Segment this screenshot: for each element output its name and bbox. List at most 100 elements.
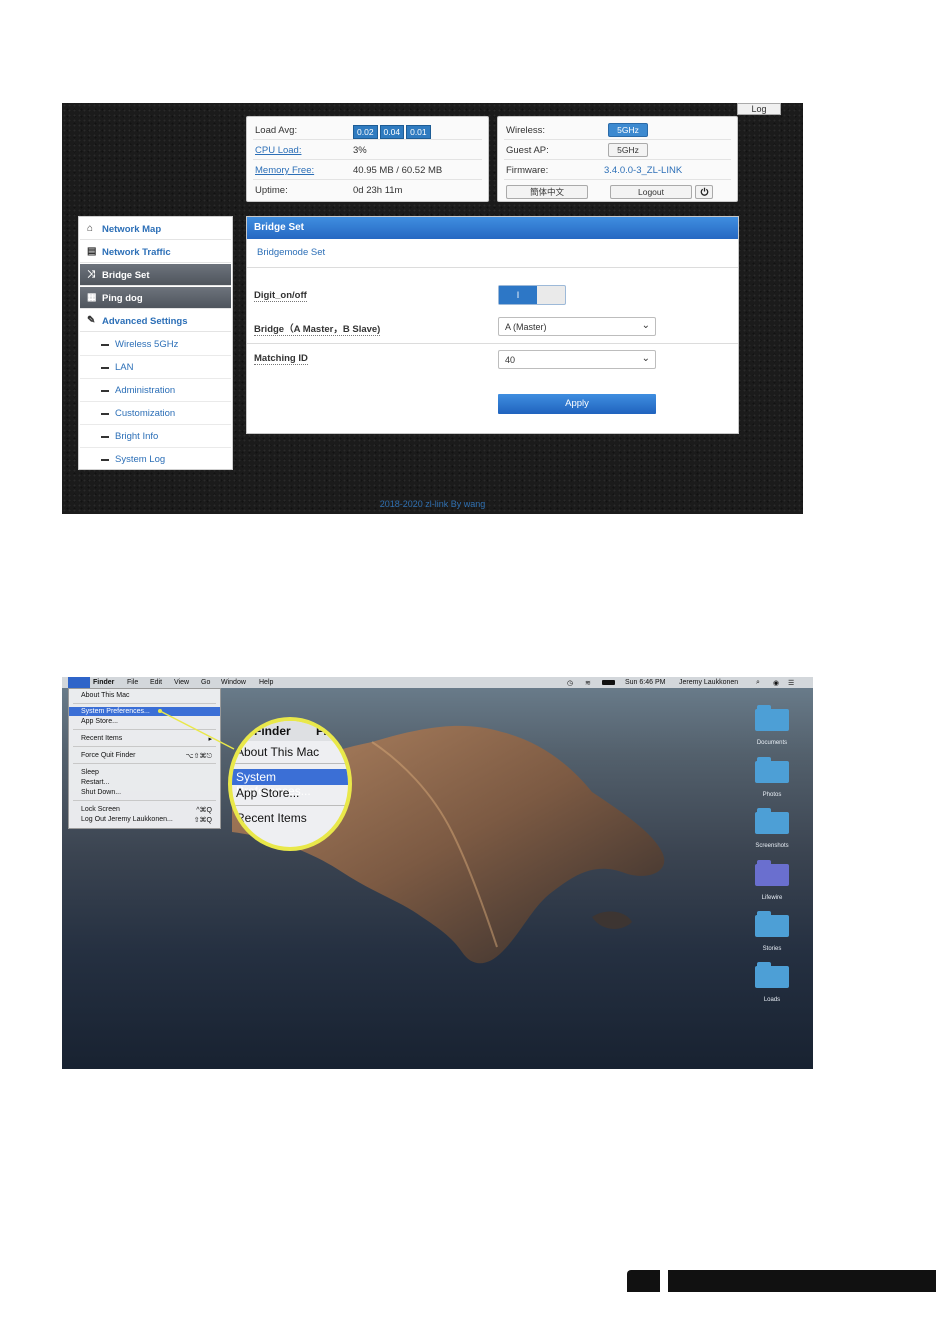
matching-id-label: Matching ID: [254, 353, 308, 365]
folder-label: Screenshots: [755, 843, 789, 849]
sidebar-item-label: Advanced Settings: [102, 316, 188, 327]
cpu-load-row: CPU Load: 3%: [253, 140, 482, 160]
sidebar-item-label: Bridge Set: [102, 270, 150, 281]
sidebar-item-network-traffic[interactable]: ▤ Network Traffic: [80, 241, 231, 263]
load-avg-15: 0.01: [406, 125, 431, 139]
log-button[interactable]: Log: [737, 103, 781, 115]
sidebar-sub-label: Customization: [115, 408, 176, 419]
load-avg-1: 0.02: [353, 125, 378, 139]
folder-body: [755, 709, 789, 731]
guest-ap-5ghz-button[interactable]: 5GHz: [608, 143, 648, 157]
router-admin-screenshot: Log Load Avg: 0.02 0.04 0.01 CPU Load: 3% …: [62, 103, 803, 514]
dash-icon: [101, 413, 109, 415]
folder-icon[interactable]: [755, 705, 789, 731]
dash-icon: [101, 390, 109, 392]
sidebar-item-advanced-settings[interactable]: ✎ Advanced Settings: [80, 310, 231, 332]
sidebar-sub-lan[interactable]: LAN: [80, 356, 231, 379]
macos-desktop-screenshot: Finder File Edit View Go Window Help ◷ ≋…: [62, 677, 813, 1069]
wireless-panel: Wireless: 5GHz Guest AP: 5GHz Firmware: …: [497, 116, 738, 202]
apply-button[interactable]: Apply: [498, 394, 656, 414]
wireless-5ghz-button[interactable]: 5GHz: [608, 123, 648, 137]
sidebar-sub-label: Administration: [115, 385, 176, 396]
cpu-load-value: 3%: [353, 145, 367, 156]
sidebar-sub-administration[interactable]: Administration: [80, 379, 231, 402]
mag-recent-items-label: Recent Items: [236, 811, 307, 825]
folder-body: [755, 812, 789, 834]
folder-body: [755, 915, 789, 937]
digit-toggle[interactable]: I: [498, 285, 566, 305]
panel-title: Bridge Set: [247, 217, 738, 239]
mag-system-preferences: System Preferences...: [232, 769, 348, 798]
dash-icon: [101, 459, 109, 461]
wireless-label: Wireless:: [506, 125, 546, 136]
cpu-load-link[interactable]: CPU Load:: [255, 145, 301, 156]
callout-line: [158, 709, 235, 750]
dash-icon: [101, 367, 109, 369]
sidebar-item-bridge-set[interactable]: ⤨ Bridge Set: [80, 264, 231, 286]
wrench-icon: ✎: [87, 315, 96, 326]
dash-icon: [101, 436, 109, 438]
side-menu: ⌂ Network Map ▤ Network Traffic ⤨ Bridge…: [78, 216, 233, 470]
logout-button[interactable]: Logout: [610, 185, 692, 199]
memory-free-row: Memory Free: 40.95 MB / 60.52 MB: [253, 160, 482, 180]
folder-body: [755, 864, 789, 886]
mag-finder-label: Finder: [254, 724, 291, 738]
magnifier-callout: Finder Fi About This Mac System Preferen…: [228, 717, 352, 851]
chevron-down-icon: ⌄: [641, 353, 650, 364]
toggle-on-indicator: I: [499, 286, 537, 304]
firmware-value: 3.4.0.0-3_ZL-LINK: [604, 165, 683, 176]
memory-free-link[interactable]: Memory Free:: [255, 165, 314, 176]
sidebar-item-network-map[interactable]: ⌂ Network Map: [80, 218, 231, 240]
sidebar-sub-label: Wireless 5GHz: [115, 339, 179, 350]
mag-app-store-label: App Store...: [236, 786, 300, 800]
sidebar-sub-customization[interactable]: Customization: [80, 402, 231, 425]
digit-onoff-label: Digit_on/off: [254, 290, 307, 302]
uptime-label: Uptime:: [255, 185, 288, 196]
mag-menubar: Finder Fi: [232, 721, 348, 741]
folder-label: Lifewire: [761, 895, 783, 901]
load-avg-5: 0.04: [379, 125, 405, 139]
power-button[interactable]: [695, 185, 713, 199]
bridgemode-set-link[interactable]: Bridgemode Set: [257, 247, 325, 258]
sidebar-sub-label: Bright Info: [115, 431, 159, 442]
sidebar-sub-wireless-5ghz[interactable]: Wireless 5GHz: [80, 333, 231, 356]
firmware-row: Firmware: 3.4.0.0-3_ZL-LINK: [504, 160, 731, 180]
wireless-row: Wireless: 5GHz: [504, 120, 731, 140]
folder-icon[interactable]: [755, 962, 789, 988]
load-avg-row: Load Avg: 0.02 0.04 0.01: [253, 120, 482, 140]
sidebar-sub-label: System Log: [115, 454, 166, 465]
sidebar-sub-system-log[interactable]: System Log: [80, 448, 231, 471]
sidebar-item-label: Network Map: [102, 224, 162, 235]
folder-icon[interactable]: [755, 911, 789, 937]
bridge-mode-select[interactable]: A (Master) ⌄: [498, 317, 656, 336]
table-icon: ▤: [87, 246, 97, 257]
guest-ap-row: Guest AP: 5GHz: [504, 140, 731, 160]
home-icon: ⌂: [87, 223, 94, 234]
mag-about-label: About This Mac: [236, 745, 320, 759]
bridge-mode-label: Bridge（A Master，B Slave): [254, 321, 381, 336]
folder-icon[interactable]: [755, 808, 789, 834]
language-button[interactable]: 簡体中文: [506, 185, 588, 199]
sidebar-item-label: Network Traffic: [102, 247, 171, 258]
folder-icon[interactable]: [755, 860, 789, 886]
sidebar-item-ping-dog[interactable]: ▦ Ping dog: [80, 287, 231, 309]
sidebar-sub-label: LAN: [115, 362, 134, 373]
matching-id-select[interactable]: 40 ⌄: [498, 350, 656, 369]
folder-label: Stories: [762, 946, 782, 952]
mag-separator: [232, 763, 348, 764]
folder-icon[interactable]: [755, 757, 789, 783]
memory-free-value: 40.95 MB / 60.52 MB: [353, 165, 443, 176]
firmware-label: Firmware:: [506, 165, 549, 176]
copyright-footer: 2018-2020 zl-link By wang: [379, 499, 486, 509]
shuffle-icon: ⤨: [87, 269, 95, 280]
sidebar-sub-bright-info[interactable]: Bright Info: [80, 425, 231, 448]
system-status-panel: Load Avg: 0.02 0.04 0.01 CPU Load: 3% Memo…: [246, 116, 489, 202]
guest-ap-label: Guest AP:: [506, 145, 549, 156]
folder-body: [755, 761, 789, 783]
folder-body: [755, 966, 789, 988]
uptime-value: 0d 23h 11m: [353, 185, 403, 196]
dash-icon: [101, 344, 109, 346]
grid-icon: ▦: [87, 292, 97, 303]
matching-id-value: 40: [505, 355, 516, 365]
folder-label: Documents: [756, 740, 788, 746]
